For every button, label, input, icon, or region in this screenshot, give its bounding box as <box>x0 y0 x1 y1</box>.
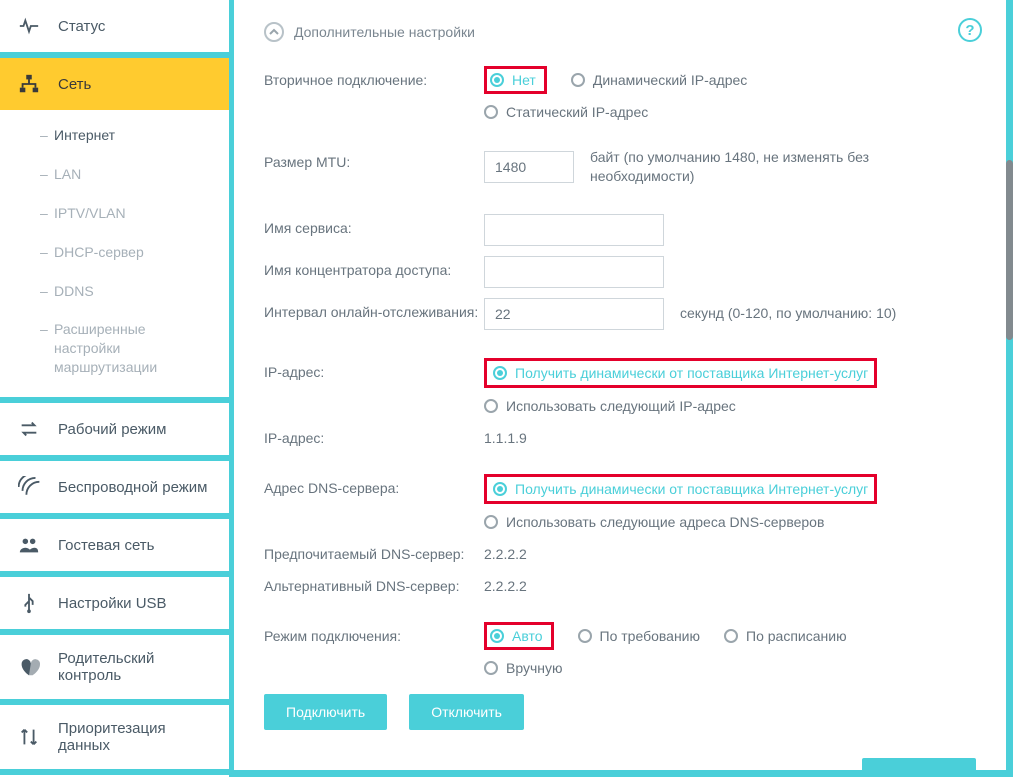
sub-dhcp[interactable]: DHCP-сервер <box>0 233 229 272</box>
nav-network[interactable]: Сеть <box>0 58 229 110</box>
radio-dns-static[interactable]: Использовать следующие адреса DNS-сервер… <box>484 514 877 530</box>
row-dns2: Альтернативный DNS-сервер: 2.2.2.2 <box>264 572 976 594</box>
nav-label: Сеть <box>58 76 91 93</box>
nav-wireless[interactable]: Беспроводной режим <box>0 461 229 513</box>
save-button[interactable]: Сохранить <box>862 758 976 770</box>
dns2-value: 2.2.2.2 <box>484 572 527 594</box>
radio-label: Вручную <box>506 660 563 676</box>
row-dns-mode: Адрес DNS-сервера: Получить динамически … <box>264 474 976 530</box>
radio-label: По требованию <box>600 628 701 644</box>
sub-routing[interactable]: Расширенные настройки маршрутизации <box>0 310 229 387</box>
label-dns: Адрес DNS-сервера: <box>264 474 484 496</box>
label-dns2: Альтернативный DNS-сервер: <box>264 572 484 594</box>
row-ip-mode: IP-адрес: Получить динамически от постав… <box>264 358 976 414</box>
row-connmode: Режим подключения: Авто По требованию По… <box>264 622 976 676</box>
advanced-label: Дополнительные настройки <box>294 24 475 40</box>
row-dns1: Предпочитаемый DNS-сервер: 2.2.2.2 <box>264 540 976 562</box>
radio-dns-dynamic[interactable]: Получить динамически от поставщика Интер… <box>493 481 868 497</box>
nav-label: Родительский контроль <box>58 650 211 684</box>
disconnect-button[interactable]: Отключить <box>409 694 524 730</box>
label-service: Имя сервиса: <box>264 214 484 236</box>
radio-label: Нет <box>512 72 536 88</box>
service-input[interactable] <box>484 214 664 246</box>
label-ipval: IP-адрес: <box>264 424 484 446</box>
nav-parental[interactable]: Родительский контроль <box>0 635 229 699</box>
nav-label: Приоритезация данных <box>58 720 211 754</box>
radio-label: Статический IP-адрес <box>506 104 648 120</box>
radio-label: Динамический IP-адрес <box>593 72 747 88</box>
radio-label: Получить динамически от поставщика Интер… <box>515 365 868 381</box>
heart-icon <box>18 656 40 678</box>
label-ip: IP-адрес: <box>264 358 484 380</box>
radio-conn-schedule[interactable]: По расписанию <box>724 622 847 650</box>
priority-icon <box>18 726 40 748</box>
radio-secondary-statip[interactable]: Статический IP-адрес <box>484 104 648 120</box>
radio-secondary-dynip[interactable]: Динамический IP-адрес <box>571 66 747 94</box>
network-icon <box>18 73 40 95</box>
submenu-network: Интернет LAN IPTV/VLAN DHCP-сервер DDNS … <box>0 110 229 397</box>
label-secondary: Вторичное подключение: <box>264 66 484 88</box>
nav-label: Гостевая сеть <box>58 537 154 554</box>
row-ip-value: IP-адрес: 1.1.1.9 <box>264 424 976 446</box>
radio-label: Использовать следующие адреса DNS-сервер… <box>506 514 824 530</box>
radio-label: По расписанию <box>746 628 847 644</box>
nav-workmode[interactable]: Рабочий режим <box>0 403 229 455</box>
help-icon[interactable]: ? <box>958 18 982 42</box>
radio-label: Использовать следующий IP-адрес <box>506 398 736 414</box>
advanced-settings-toggle[interactable]: Дополнительные настройки <box>264 22 976 42</box>
pulse-icon <box>18 15 40 37</box>
sub-iptv[interactable]: IPTV/VLAN <box>0 194 229 233</box>
nav-status[interactable]: Статус <box>0 0 229 52</box>
row-secondary-conn: Вторичное подключение: Нет Динамический … <box>264 66 976 120</box>
wifi-icon <box>18 476 40 498</box>
swap-icon <box>18 418 40 440</box>
nav-label: Рабочий режим <box>58 421 166 438</box>
radio-conn-ondemand[interactable]: По требованию <box>578 622 701 650</box>
concentrator-input[interactable] <box>484 256 664 288</box>
usb-icon <box>18 592 40 614</box>
label-tracking: Интервал онлайн-отслеживания: <box>264 298 484 320</box>
radio-conn-auto[interactable]: Авто <box>490 628 543 644</box>
users-icon <box>18 534 40 556</box>
row-tracking: Интервал онлайн-отслеживания: секунд (0-… <box>264 298 976 330</box>
chevron-up-icon <box>264 22 284 42</box>
sub-internet[interactable]: Интернет <box>0 116 229 155</box>
radio-label: Получить динамически от поставщика Интер… <box>515 481 868 497</box>
label-connmode: Режим подключения: <box>264 622 484 644</box>
scrollbar[interactable] <box>1006 160 1013 340</box>
nav-qos[interactable]: Приоритезация данных <box>0 705 229 769</box>
content-panel: ? Дополнительные настройки Вторичное под… <box>234 0 1006 770</box>
row-concentrator: Имя концентратора доступа: <box>264 256 976 288</box>
nav-guest[interactable]: Гостевая сеть <box>0 519 229 571</box>
nav-label: Беспроводной режим <box>58 479 207 496</box>
connect-button[interactable]: Подключить <box>264 694 387 730</box>
tracking-input[interactable] <box>484 298 664 330</box>
nav-usb[interactable]: Настройки USB <box>0 577 229 629</box>
nav-label: Настройки USB <box>58 595 167 612</box>
row-service: Имя сервиса: <box>264 214 976 246</box>
label-concentrator: Имя концентратора доступа: <box>264 256 484 278</box>
hint-tracking: секунд (0-120, по умолчанию: 10) <box>680 304 896 323</box>
radio-conn-manual[interactable]: Вручную <box>484 660 563 676</box>
row-mtu: Размер MTU: байт (по умолчанию 1480, не … <box>264 148 976 186</box>
label-dns1: Предпочитаемый DNS-сервер: <box>264 540 484 562</box>
radio-label: Авто <box>512 628 543 644</box>
dns1-value: 2.2.2.2 <box>484 540 527 562</box>
radio-ip-static[interactable]: Использовать следующий IP-адрес <box>484 398 877 414</box>
sub-ddns[interactable]: DDNS <box>0 272 229 311</box>
radio-ip-dynamic[interactable]: Получить динамически от поставщика Интер… <box>493 365 868 381</box>
connect-buttons: Подключить Отключить <box>264 694 976 730</box>
ip-value: 1.1.1.9 <box>484 424 527 446</box>
hint-mtu: байт (по умолчанию 1480, не изменять без… <box>590 148 890 186</box>
mtu-input[interactable] <box>484 151 574 183</box>
label-mtu: Размер MTU: <box>264 148 484 170</box>
radio-secondary-no[interactable]: Нет <box>490 72 536 88</box>
sidebar: Статус Сеть Интернет LAN IPTV/VLAN DHCP-… <box>0 0 234 777</box>
sub-lan[interactable]: LAN <box>0 155 229 194</box>
nav-label: Статус <box>58 18 105 35</box>
